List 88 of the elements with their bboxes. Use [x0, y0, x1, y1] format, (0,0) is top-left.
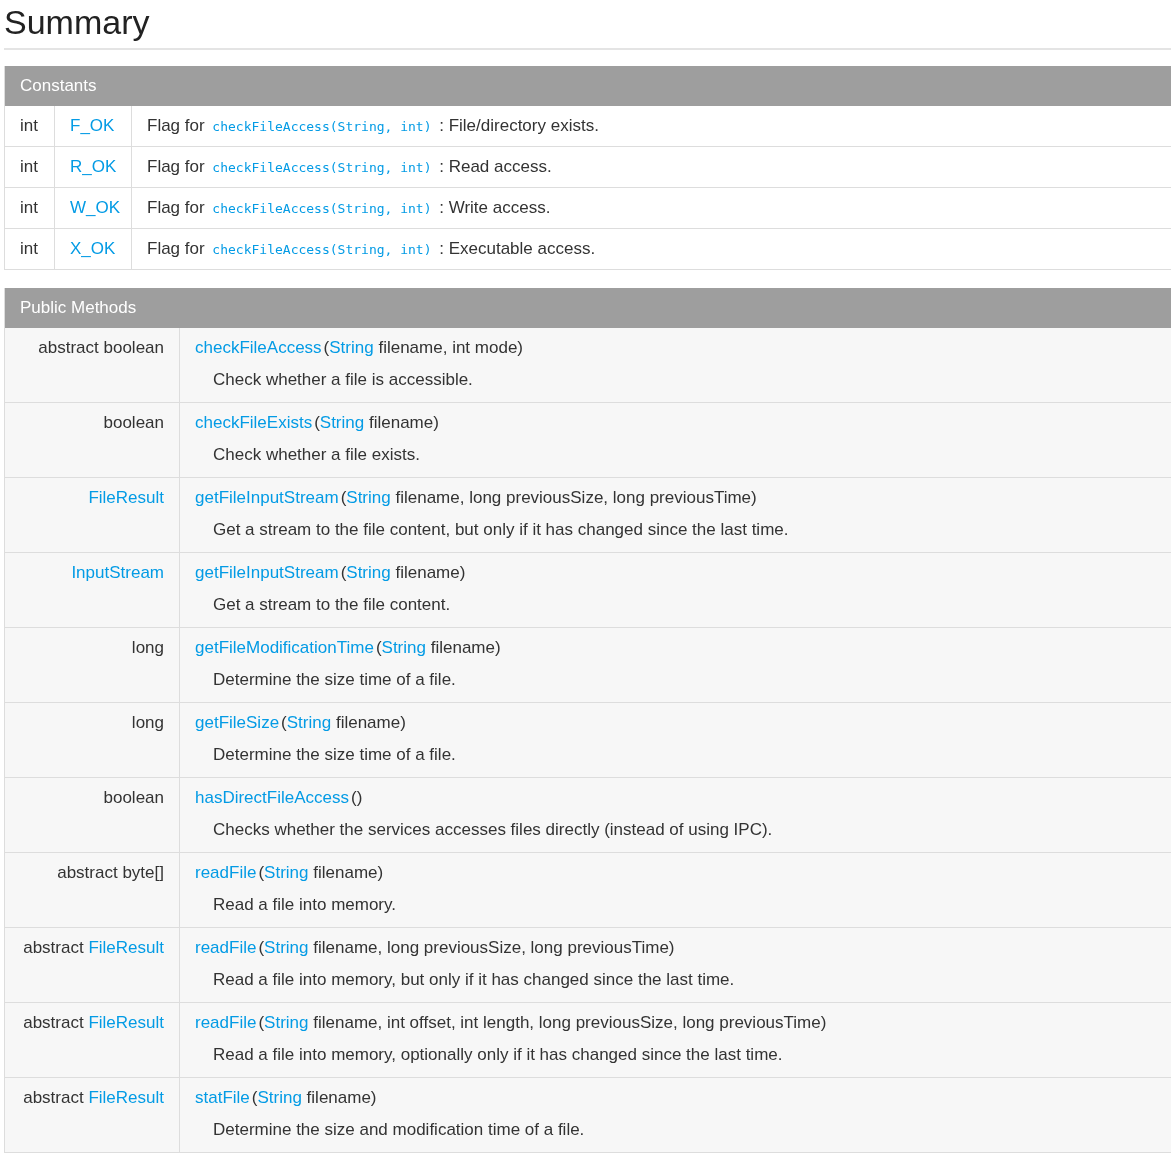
method-description: Determine the size time of a file. [213, 745, 456, 764]
method-link[interactable]: hasDirectFileAccess [195, 788, 349, 808]
parameter-text: ( [281, 713, 287, 733]
method-link[interactable]: checkFileAccess(String, int) [209, 119, 435, 134]
parameter-text: ( [314, 413, 320, 433]
type-link[interactable]: String [264, 1013, 309, 1033]
type-link[interactable]: String [346, 563, 391, 583]
return-type: long [131, 713, 164, 733]
type-link[interactable]: FileResult [88, 488, 164, 508]
method-link[interactable]: checkFileAccess(String, int) [209, 242, 435, 257]
parameter-text: filename) [334, 713, 406, 733]
constant-description: Flag for checkFileAccess(String, int) : File/directory exists. [147, 116, 599, 136]
modifier-text: abstract [57, 863, 119, 883]
method-link[interactable]: readFile [195, 1013, 257, 1033]
type-link[interactable]: FileResult [88, 1088, 164, 1108]
type-link[interactable]: String [381, 638, 426, 658]
parameter-text: ( [258, 1013, 265, 1033]
type-link[interactable]: String [264, 938, 309, 958]
modifier-text: abstract [23, 1013, 85, 1033]
method-description: Read a file into memory, but only if it has changed since the last time. [213, 970, 735, 989]
table-header: Constants [5, 66, 1171, 106]
method-link[interactable]: getFileSize [195, 713, 280, 733]
method-description: Check whether a file is accessible. [213, 370, 473, 389]
method-link[interactable]: readFile [195, 863, 257, 883]
method-link[interactable]: checkFileAccess(String, int) [209, 160, 435, 175]
parameter-text: ( [258, 863, 265, 883]
return-type: boolean [103, 788, 164, 808]
parameter-text: ( [340, 488, 347, 508]
method-description: Determine the size and modification time of a file. [213, 1120, 585, 1139]
return-type: byte[] [122, 863, 164, 883]
parameter-text: ( [251, 1088, 258, 1108]
constant-description: Flag for checkFileAccess(String, int) : Write access. [147, 198, 551, 218]
modifier-text: abstract [23, 1088, 85, 1108]
parameter-text: ( [258, 938, 265, 958]
constant-link[interactable]: R_OK [70, 157, 117, 177]
method-link[interactable]: getFileModificationTime [195, 638, 374, 658]
parameter-text: filename) [367, 413, 439, 433]
constant-link[interactable]: F_OK [70, 116, 115, 136]
parameter-text: ( [323, 338, 330, 358]
method-description: Determine the size time of a file. [213, 670, 456, 689]
parameter-text: filename) [394, 563, 466, 583]
type-link[interactable]: String [329, 338, 374, 358]
modifier-text: abstract [38, 338, 100, 358]
method-link[interactable]: getFileInputStream [195, 488, 339, 508]
type-link[interactable]: InputStream [71, 563, 164, 583]
parameter-text: filename, long previousSize, long previousTime) [394, 488, 757, 508]
constant-type: int [20, 239, 38, 259]
table-header: Public Methods [5, 288, 1171, 328]
method-description: Read a file into memory. [213, 895, 396, 914]
parameter-text: filename, int mode) [377, 338, 523, 358]
method-link[interactable]: checkFileExists [195, 413, 313, 433]
method-description: Check whether a file exists. [213, 445, 420, 464]
method-description: Get a stream to the file content. [213, 595, 451, 614]
type-link[interactable]: String [264, 863, 309, 883]
constant-link[interactable]: W_OK [70, 198, 121, 218]
constant-type: int [20, 198, 38, 218]
parameter-text: filename, int offset, int length, long previousSize, long previousTime) [312, 1013, 827, 1033]
return-type: boolean [103, 413, 164, 433]
parameter-text: filename) [429, 638, 501, 658]
constant-description: Flag for checkFileAccess(String, int) : Executable access. [147, 239, 596, 259]
type-link[interactable]: FileResult [88, 938, 164, 958]
method-link[interactable]: getFileInputStream [195, 563, 339, 583]
constant-type: int [20, 116, 38, 136]
parameter-text: ( [340, 563, 347, 583]
method-description: Read a file into memory, optionally only if it has changed since the last time. [213, 1045, 783, 1064]
constant-link[interactable]: X_OK [70, 239, 116, 259]
page-title: Summary [3, 2, 151, 42]
type-link[interactable]: FileResult [88, 1013, 164, 1033]
method-link[interactable]: checkFileAccess [195, 338, 322, 358]
parameter-text: filename) [312, 863, 384, 883]
method-link[interactable]: checkFileAccess(String, int) [209, 201, 435, 216]
parameter-text: () [351, 788, 363, 808]
parameter-text: filename, long previousSize, long previousTime) [312, 938, 675, 958]
method-description: Checks whether the services accesses files directly (instead of using IPC). [213, 820, 773, 839]
parameter-text: filename) [305, 1088, 377, 1108]
return-type: boolean [103, 338, 164, 358]
method-link[interactable]: statFile [195, 1088, 250, 1108]
modifier-text: abstract [23, 938, 85, 958]
type-link[interactable]: String [286, 713, 332, 733]
constant-type: int [20, 157, 38, 177]
constant-description: Flag for checkFileAccess(String, int) : Read access. [147, 157, 552, 177]
type-link[interactable]: String [346, 488, 391, 508]
method-link[interactable]: readFile [195, 938, 257, 958]
type-link[interactable]: String [319, 413, 365, 433]
method-description: Get a stream to the file content, but only if it has changed since the last time. [213, 520, 789, 539]
return-type: long [131, 638, 164, 658]
type-link[interactable]: String [257, 1088, 302, 1108]
parameter-text: ( [375, 638, 382, 658]
